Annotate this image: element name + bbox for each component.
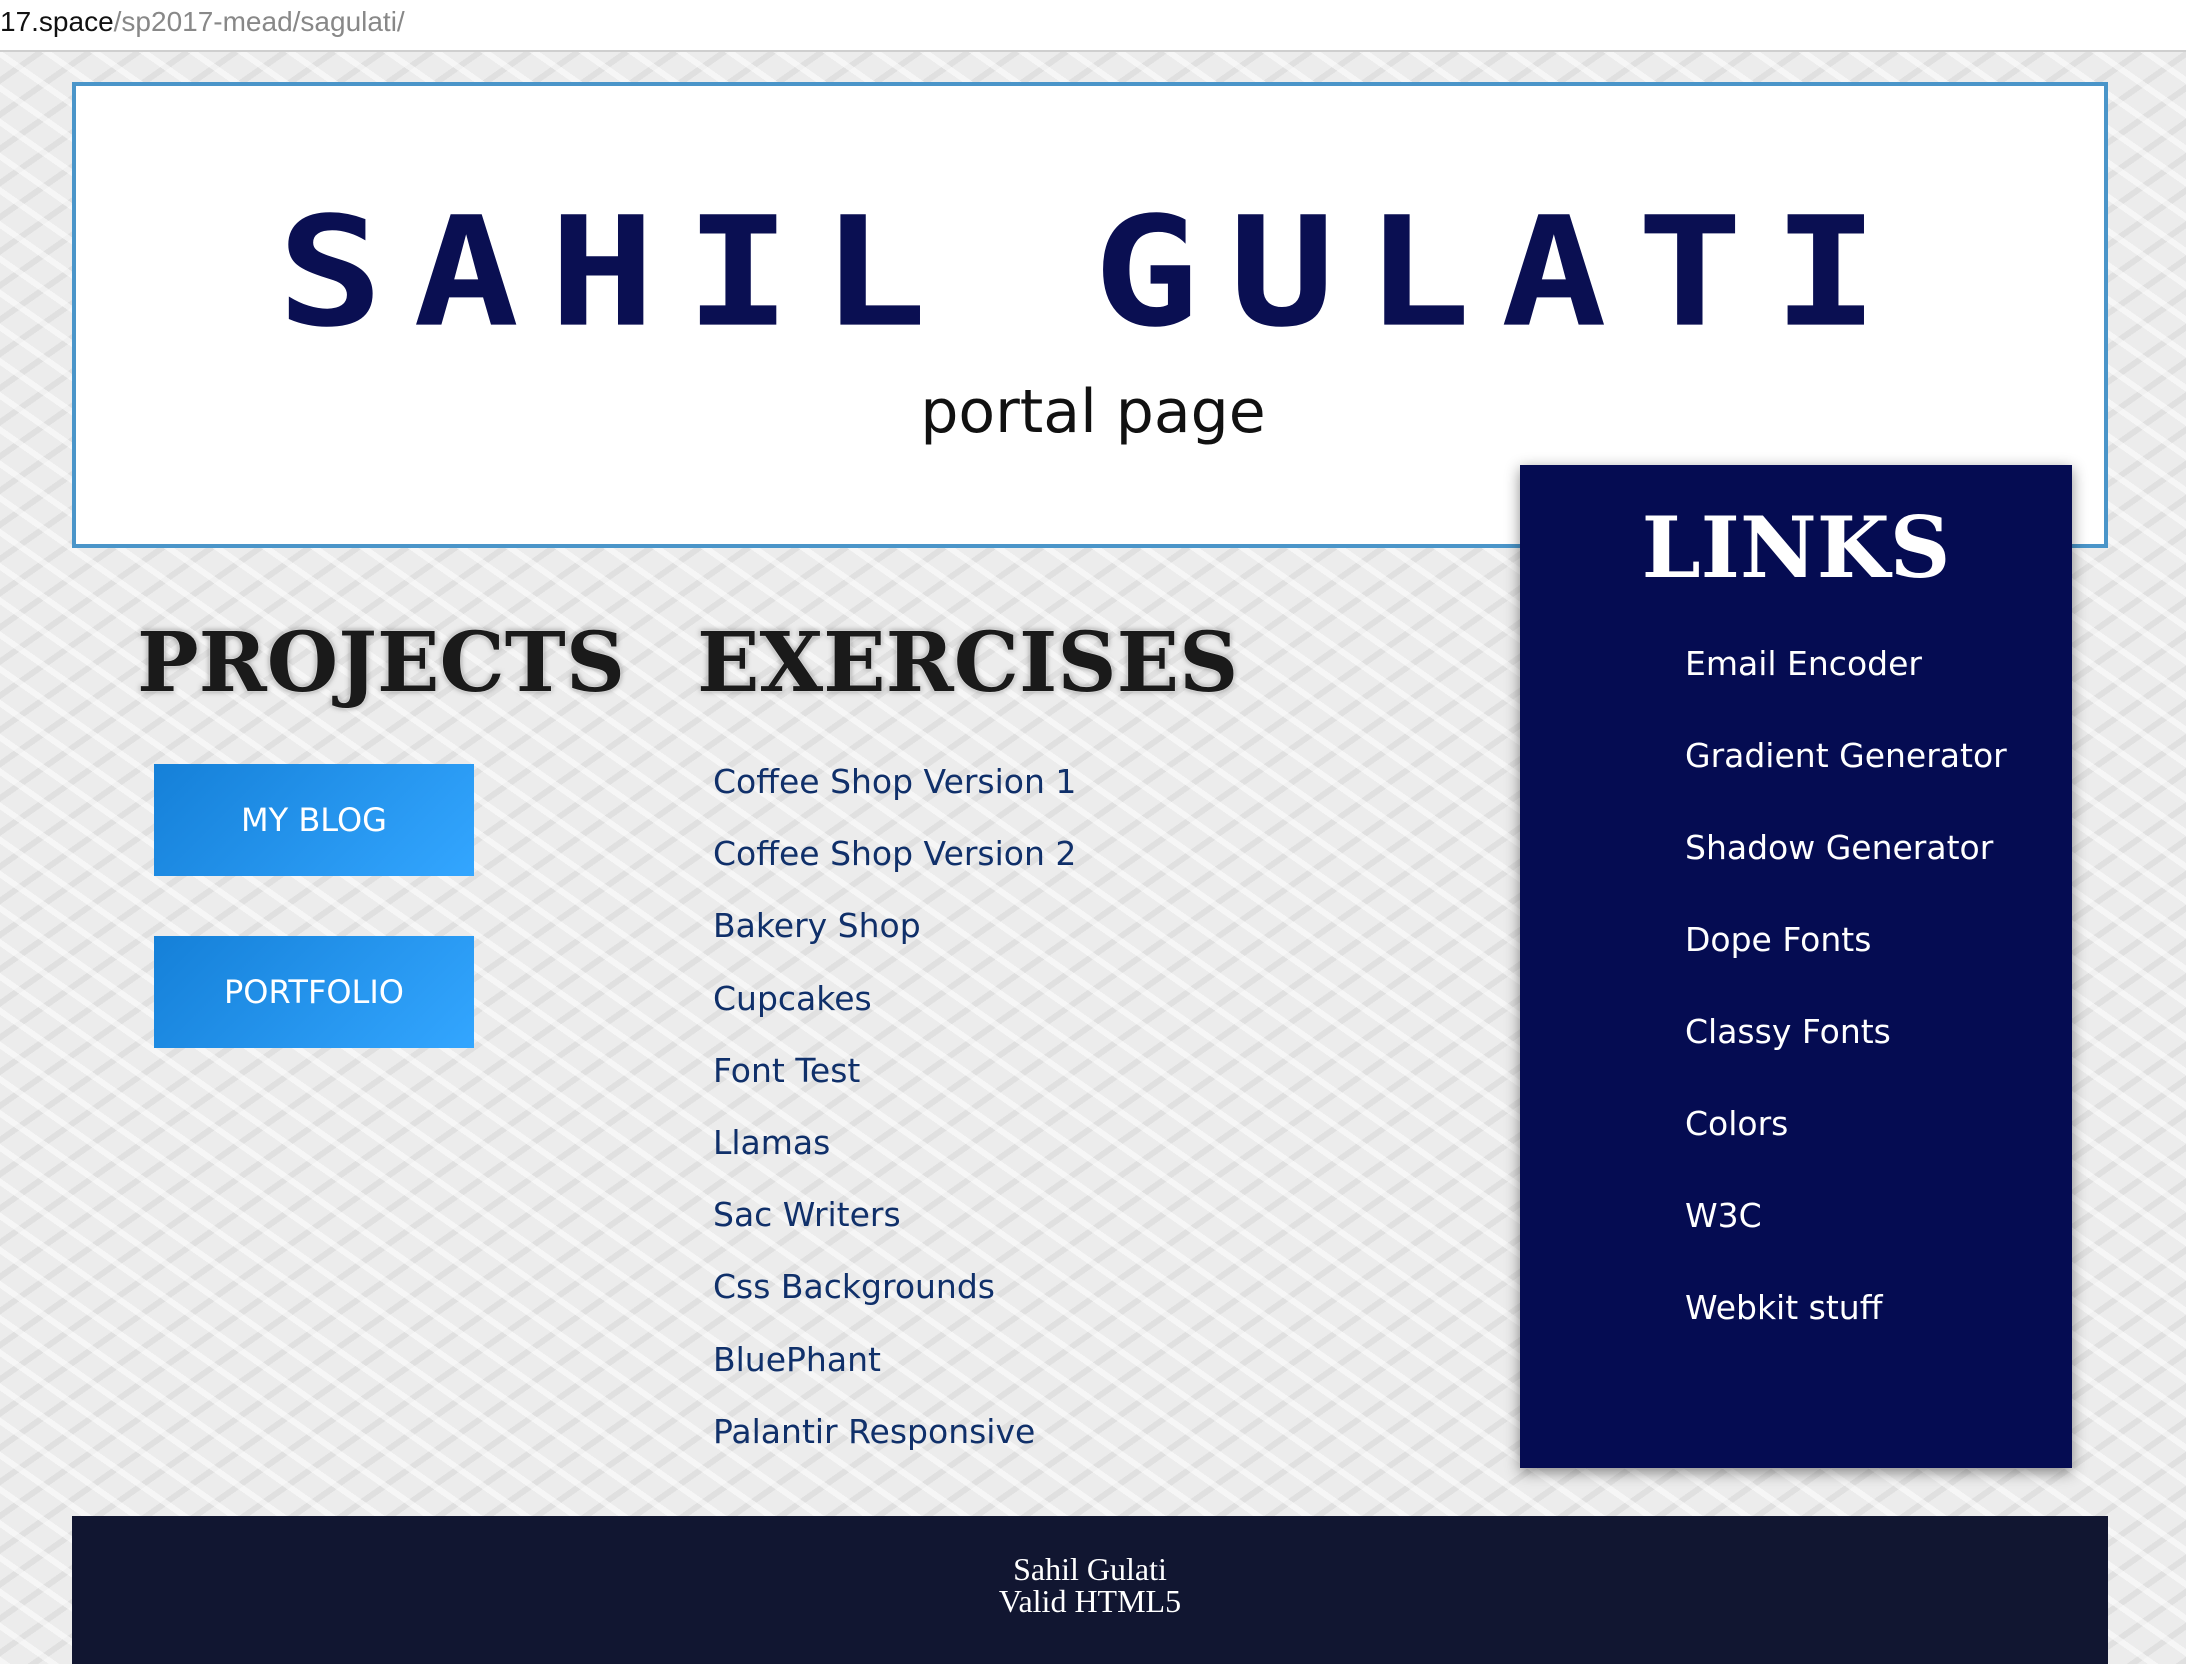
link-shadow-generator[interactable]: Shadow Generator xyxy=(1685,824,2007,916)
links-panel: LINKS Email Encoder Gradient Generator S… xyxy=(1520,465,2072,1468)
footer-validation-link[interactable]: Valid HTML5 xyxy=(72,1584,2108,1618)
link-email-encoder[interactable]: Email Encoder xyxy=(1685,640,2007,732)
exercise-link-css-backgrounds[interactable]: Css Backgrounds xyxy=(713,1263,1076,1335)
link-colors[interactable]: Colors xyxy=(1685,1100,2007,1192)
exercise-link-palantir-responsive[interactable]: Palantir Responsive xyxy=(713,1408,1076,1480)
portfolio-button[interactable]: PORTFOLIO xyxy=(154,936,474,1048)
links-list: Email Encoder Gradient Generator Shadow … xyxy=(1685,640,2007,1376)
site-subtitle: portal page xyxy=(920,377,1266,447)
link-classy-fonts[interactable]: Classy Fonts xyxy=(1685,1008,2007,1100)
exercise-link-coffee-shop-1[interactable]: Coffee Shop Version 1 xyxy=(713,758,1076,830)
exercises-heading: EXERCISES xyxy=(697,615,1239,711)
link-gradient-generator[interactable]: Gradient Generator xyxy=(1685,732,2007,824)
url-path: /sp2017-mead/sagulati/ xyxy=(113,6,405,37)
site-title: SAHIL GULATI xyxy=(277,184,1909,361)
exercise-link-bakery-shop[interactable]: Bakery Shop xyxy=(713,902,1076,974)
exercise-link-coffee-shop-2[interactable]: Coffee Shop Version 2 xyxy=(713,830,1076,902)
exercise-link-font-test[interactable]: Font Test xyxy=(713,1047,1076,1119)
exercise-link-bluephant[interactable]: BluePhant xyxy=(713,1336,1076,1408)
link-dope-fonts[interactable]: Dope Fonts xyxy=(1685,916,2007,1008)
exercise-link-sac-writers[interactable]: Sac Writers xyxy=(713,1191,1076,1263)
url-host: 17.space xyxy=(0,6,114,37)
exercise-link-llamas[interactable]: Llamas xyxy=(713,1119,1076,1191)
link-w3c[interactable]: W3C xyxy=(1685,1192,2007,1284)
url-text[interactable]: 17.space/sp2017-mead/sagulati/ xyxy=(0,6,405,38)
footer: Sahil Gulati Valid HTML5 xyxy=(72,1516,2108,1664)
links-heading: LINKS xyxy=(1641,498,1951,597)
link-webkit-stuff[interactable]: Webkit stuff xyxy=(1685,1284,2007,1376)
exercises-list: Coffee Shop Version 1 Coffee Shop Versio… xyxy=(713,758,1076,1480)
exercise-link-cupcakes[interactable]: Cupcakes xyxy=(713,975,1076,1047)
browser-address-bar[interactable]: 17.space/sp2017-mead/sagulati/ xyxy=(0,0,2186,52)
my-blog-button[interactable]: MY BLOG xyxy=(154,764,474,876)
footer-name: Sahil Gulati xyxy=(1013,1551,1167,1587)
projects-heading: PROJECTS xyxy=(137,615,626,711)
